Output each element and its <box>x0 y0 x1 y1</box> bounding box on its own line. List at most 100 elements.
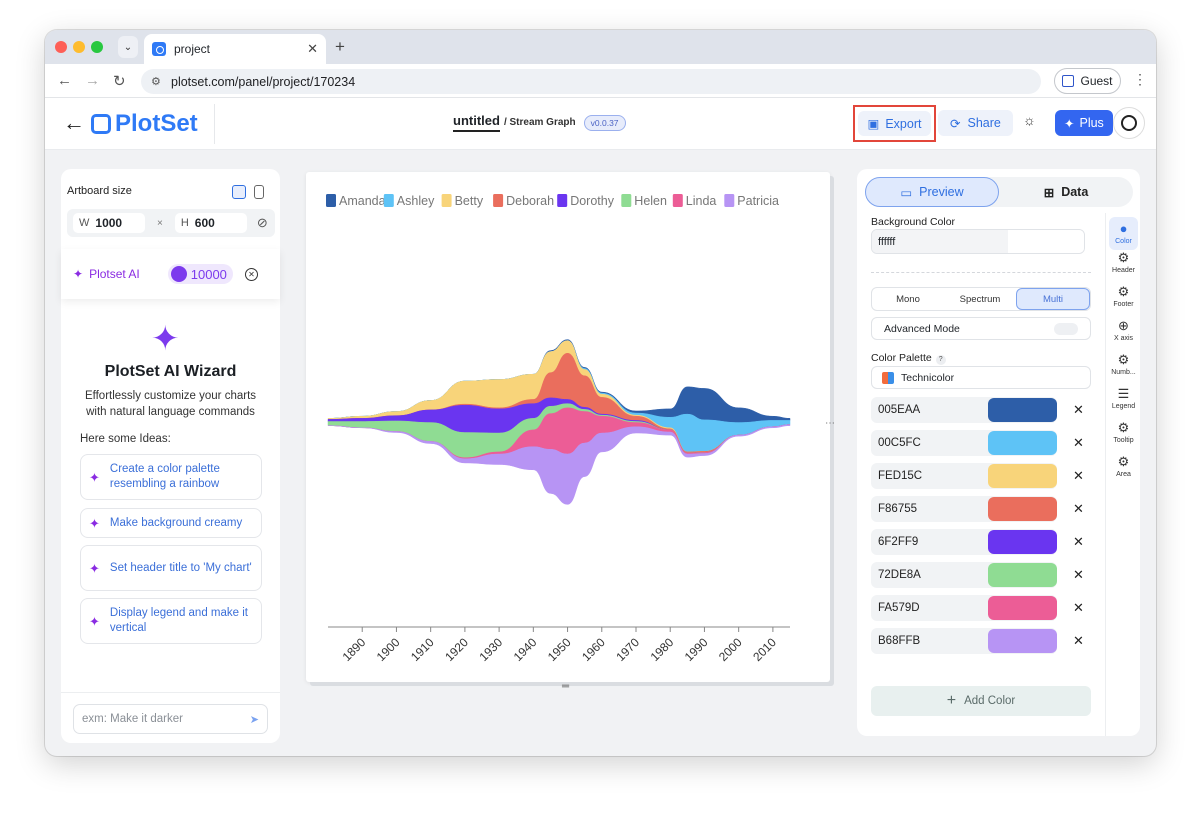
height-input[interactable]: H 600 <box>174 213 247 233</box>
color-hex-field[interactable]: FED15C <box>871 463 1057 489</box>
sparkle-icon: ✦ <box>89 613 100 629</box>
palette-icon: ● <box>1119 221 1128 236</box>
mode-mono[interactable]: Mono <box>872 288 944 310</box>
new-tab-button[interactable]: + <box>335 37 345 57</box>
help-icon[interactable]: ? <box>935 355 946 365</box>
color-swatch[interactable] <box>988 530 1057 554</box>
chart-artboard[interactable]: Amanda Ashley Betty Deborah Dorothy Helen Lind… <box>306 172 830 682</box>
sparkle-icon: ✦ <box>1064 116 1075 131</box>
remove-color-icon[interactable]: ✕ <box>1073 501 1084 517</box>
plotset-logo[interactable]: PlotSet <box>91 110 198 138</box>
bg-color-value: ffffff <box>872 230 1008 253</box>
aspect-lock-icon[interactable]: ⊘ <box>257 215 268 231</box>
profile-button[interactable]: Guest <box>1054 68 1121 94</box>
remove-color-icon[interactable]: ✕ <box>1073 633 1084 649</box>
desktop-icon[interactable] <box>232 185 246 199</box>
advanced-mode-toggle[interactable] <box>1054 322 1078 335</box>
tab-preview[interactable]: ▭ Preview <box>865 177 999 207</box>
idea-suggestion[interactable]: ✦ Display legend and make it vertical <box>80 598 262 644</box>
color-hex-field[interactable]: 72DE8A <box>871 562 1057 588</box>
tab-title: project <box>174 42 211 56</box>
resize-handle-icon[interactable]: ═ <box>562 681 569 692</box>
color-hex-field[interactable]: 005EAA <box>871 397 1057 423</box>
remove-color-icon[interactable]: ✕ <box>1073 468 1084 484</box>
site-info-icon[interactable]: ⚙ <box>151 75 161 88</box>
rail-item-color[interactable]: ● Color <box>1109 217 1138 250</box>
color-swatch[interactable] <box>988 596 1057 620</box>
rail-label: Area <box>1116 471 1131 478</box>
send-icon[interactable]: ➤ <box>250 713 259 726</box>
tab-search-button[interactable]: ⌄ <box>118 36 138 58</box>
forward-arrow-icon[interactable]: → <box>85 72 100 89</box>
color-swatch[interactable] <box>988 563 1057 587</box>
url-field[interactable]: ⚙ plotset.com/panel/project/170234 <box>141 69 1041 94</box>
browser-menu-icon[interactable]: ⋮ <box>1133 71 1147 88</box>
artboard-dimensions: W 1000 × H 600 ⊘ <box>67 209 275 237</box>
legend-swatch <box>672 194 683 207</box>
mobile-icon[interactable] <box>254 185 264 199</box>
export-button[interactable]: ▣ Export <box>857 111 932 136</box>
color-hex-value: F86755 <box>878 503 918 515</box>
color-hex-field[interactable]: 00C5FC <box>871 430 1057 456</box>
idea-text: Set header title to 'My chart' <box>109 561 252 574</box>
close-tab-icon[interactable]: ✕ <box>307 41 318 57</box>
mode-multi[interactable]: Multi <box>1016 288 1090 310</box>
rail-label: Color <box>1115 238 1132 245</box>
bg-color-swatch[interactable] <box>1008 230 1084 253</box>
minimize-window-button[interactable] <box>73 41 85 53</box>
color-swatch[interactable] <box>988 497 1057 521</box>
color-swatch[interactable] <box>988 629 1057 653</box>
rail-item-x-axis[interactable]: ⊕ X axis <box>1106 319 1140 343</box>
color-swatch[interactable] <box>988 398 1057 422</box>
color-hex-field[interactable]: B68FFB <box>871 628 1057 654</box>
remove-color-icon[interactable]: ✕ <box>1073 567 1084 583</box>
ai-prompt-input[interactable]: exm: Make it darker ➤ <box>73 704 268 734</box>
rail-item-tooltip[interactable]: ⚙ Tooltip <box>1106 421 1140 445</box>
rail-item-legend[interactable]: ☰ Legend <box>1106 387 1140 411</box>
rail-item-numb[interactable]: ⚙ Numb... <box>1106 353 1140 377</box>
add-color-button[interactable]: + Add Color <box>871 686 1091 716</box>
legend-label: Linda <box>686 194 717 208</box>
remove-color-icon[interactable]: ✕ <box>1073 534 1084 550</box>
back-arrow-icon[interactable]: ← <box>63 110 85 136</box>
maximize-window-button[interactable] <box>91 41 103 53</box>
tab-data[interactable]: ⊞ Data <box>999 177 1133 207</box>
idea-text: Make background creamy <box>109 516 243 529</box>
color-swatch[interactable] <box>988 431 1057 455</box>
export-icon: ▣ <box>867 117 880 131</box>
x-tick-label: 1890 <box>340 635 369 664</box>
browser-tab[interactable]: project ✕ <box>144 34 326 64</box>
back-arrow-icon[interactable]: ← <box>57 72 72 89</box>
idea-suggestion[interactable]: ✦ Create a color palette resembling a ra… <box>80 454 262 500</box>
bg-color-field[interactable]: ffffff <box>871 229 1085 254</box>
remove-color-icon[interactable]: ✕ <box>1073 402 1084 418</box>
share-button[interactable]: ⟳ Share <box>938 110 1013 136</box>
reload-icon[interactable]: ↻ <box>113 72 126 90</box>
remove-color-icon[interactable]: ✕ <box>1073 435 1084 451</box>
project-title[interactable]: untitled <box>453 113 500 132</box>
close-window-button[interactable] <box>55 41 67 53</box>
tab-data-label: Data <box>1061 185 1089 199</box>
idea-suggestion[interactable]: ✦ Set header title to 'My chart' <box>80 545 262 591</box>
close-ai-icon[interactable]: ✕ <box>244 267 258 281</box>
legend-label: Dorothy <box>570 194 615 208</box>
color-hex-field[interactable]: FA579D <box>871 595 1057 621</box>
side-handle-icon[interactable]: ⋯ <box>825 418 835 429</box>
rail-item-area[interactable]: ⚙ Area <box>1106 455 1140 479</box>
x-tick-label: 1990 <box>682 635 711 664</box>
color-hex-field[interactable]: 6F2FF9 <box>871 529 1057 555</box>
ai-sparkle-icon: ✦ <box>73 267 84 281</box>
width-input[interactable]: W 1000 <box>73 213 145 233</box>
user-avatar[interactable] <box>1113 107 1145 139</box>
palette-select[interactable]: Technicolor <box>871 366 1091 389</box>
plus-button[interactable]: ✦ Plus <box>1055 110 1113 136</box>
rail-item-header[interactable]: ⚙ Header <box>1106 251 1140 275</box>
theme-toggle-sun-icon[interactable]: ☼ <box>1023 112 1036 128</box>
rail-item-footer[interactable]: ⚙ Footer <box>1106 285 1140 309</box>
color-swatch[interactable] <box>988 464 1057 488</box>
remove-color-icon[interactable]: ✕ <box>1073 600 1084 616</box>
color-hex-field[interactable]: F86755 <box>871 496 1057 522</box>
url-text: plotset.com/panel/project/170234 <box>171 74 356 89</box>
idea-suggestion[interactable]: ✦ Make background creamy <box>80 508 262 538</box>
mode-spectrum[interactable]: Spectrum <box>944 288 1016 310</box>
